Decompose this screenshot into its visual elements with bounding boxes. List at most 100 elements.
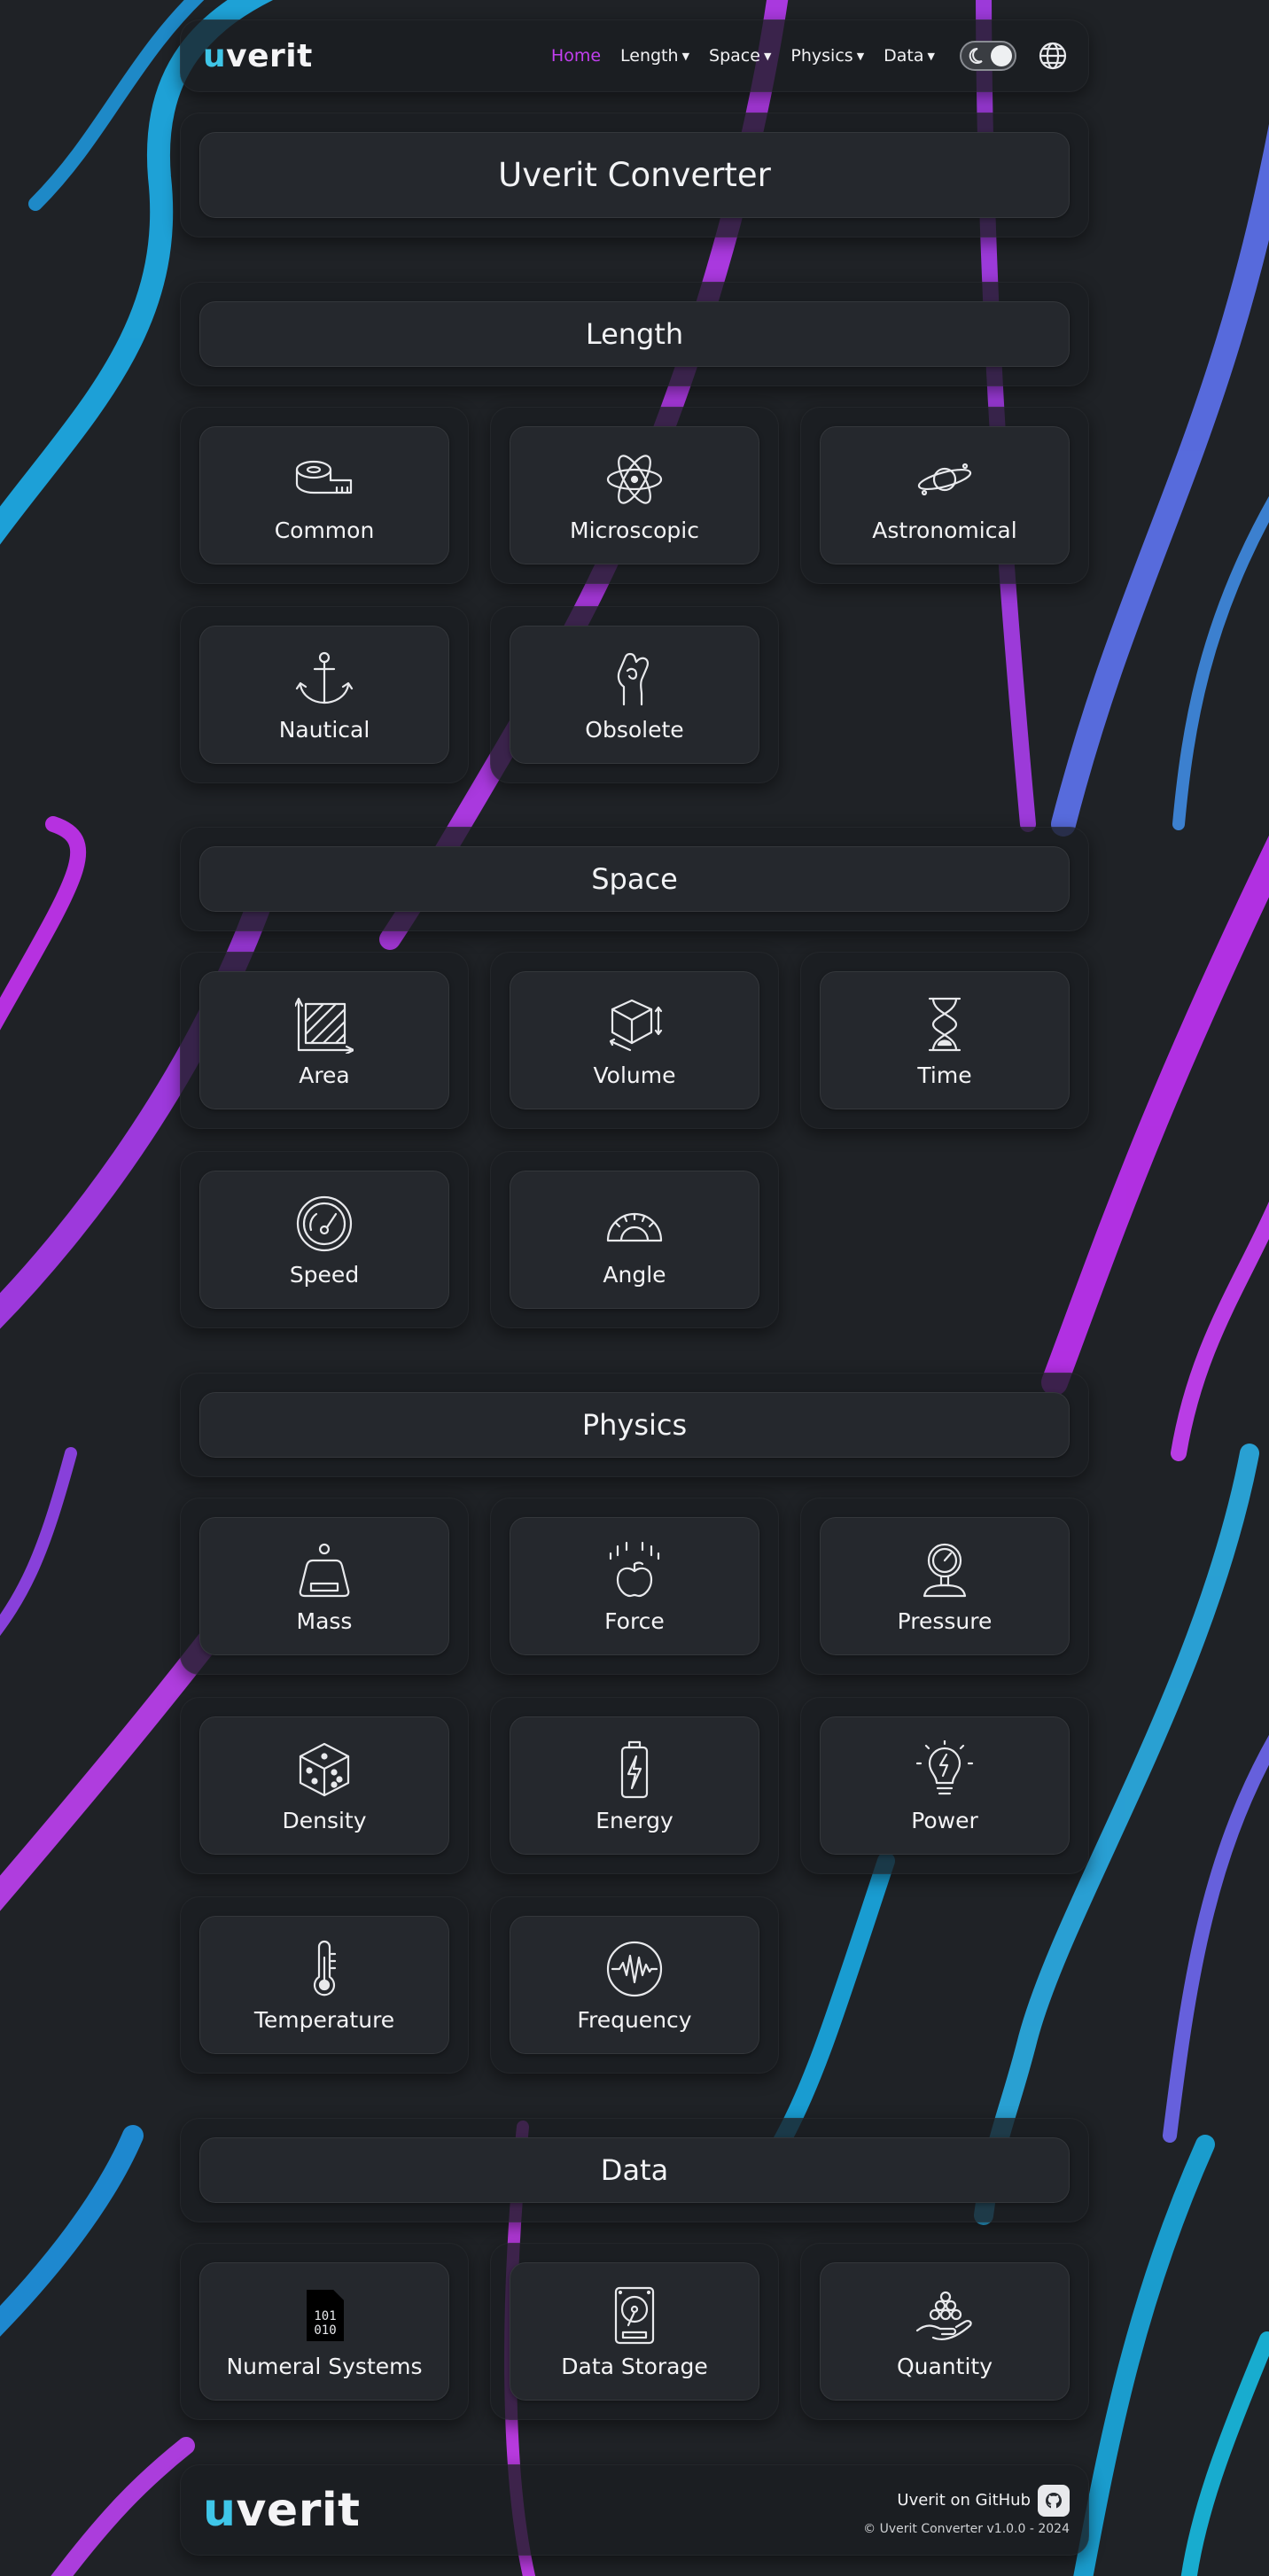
language-button[interactable] [1036, 39, 1070, 73]
card-label: Time [917, 1062, 972, 1088]
card-label: Angle [603, 1261, 666, 1288]
card-speed[interactable]: Speed [180, 1151, 469, 1328]
area-icon [295, 997, 354, 1054]
svg-text:101: 101 [314, 2309, 336, 2323]
nav-data[interactable]: Data ▼ [884, 46, 935, 66]
battery-icon [620, 1740, 649, 1798]
nav-physics[interactable]: Physics ▼ [790, 46, 864, 66]
apple-icon [609, 1541, 660, 1597]
card-label: Area [299, 1062, 350, 1088]
toggle-knob [991, 45, 1012, 66]
hand-balls-icon [915, 2291, 972, 2340]
section-title[interactable]: Physics [199, 1392, 1070, 1458]
footer-logo[interactable]: u verit [203, 2484, 361, 2537]
card-energy[interactable]: Energy [490, 1697, 779, 1874]
card-label: Microscopic [570, 517, 699, 543]
card-density[interactable]: Density [180, 1697, 469, 1874]
globe-icon [1039, 42, 1067, 70]
card-label: Power [911, 1807, 978, 1833]
thermometer-icon [313, 1940, 337, 1996]
card-angle[interactable]: Angle [490, 1151, 779, 1328]
nav-space-label: Space [709, 46, 760, 66]
card-label: Mass [296, 1607, 353, 1634]
cube-icon [609, 999, 663, 1051]
card-temperature[interactable]: Temperature [180, 1896, 469, 2074]
card-volume[interactable]: Volume [490, 952, 779, 1129]
card-microscopic[interactable]: Microscopic [490, 407, 779, 584]
theme-toggle[interactable] [960, 41, 1016, 71]
navbar: u verit Home Length ▼ Space ▼ Physics ▼ Data… [180, 19, 1089, 92]
nav-menu: Home Length ▼ Space ▼ Physics ▼ Data ▼ [551, 39, 1070, 73]
nav-length-label: Length [620, 46, 679, 66]
anchor-icon [295, 651, 354, 704]
section-title[interactable]: Data [199, 2137, 1070, 2203]
lightbulb-icon [915, 1739, 974, 1794]
card-nautical[interactable]: Nautical [180, 606, 469, 783]
nav-space[interactable]: Space ▼ [709, 46, 771, 66]
card-astronomical[interactable]: Astronomical [800, 407, 1089, 584]
github-link[interactable]: Uverit on GitHub [863, 2484, 1070, 2517]
card-label: Obsolete [585, 716, 684, 743]
card-label: Pressure [897, 1607, 993, 1634]
logo-text: verit [226, 37, 313, 74]
logo-text: verit [236, 2483, 361, 2537]
card-label: Density [282, 1807, 367, 1833]
card-label: Astronomical [872, 517, 1017, 543]
card-common[interactable]: Common [180, 407, 469, 584]
card-label: Temperature [253, 2006, 395, 2033]
weight-icon [299, 1543, 350, 1597]
tape-measure-icon [295, 460, 353, 494]
atom-icon [606, 454, 663, 504]
logo-u: u [203, 37, 227, 74]
dice-icon [299, 1742, 350, 1796]
moon-icon [969, 47, 983, 64]
logo-u: u [203, 2483, 237, 2537]
footer-info: Uverit on GitHub © Uverit Converter v1.0… [863, 2484, 1070, 2536]
caret-down-icon: ▼ [856, 50, 865, 62]
card-label: Data Storage [561, 2353, 708, 2379]
caret-down-icon: ▼ [763, 50, 772, 62]
nav-home[interactable]: Home [551, 46, 601, 66]
brand-logo[interactable]: u verit [203, 38, 313, 74]
card-label: Numeral Systems [226, 2353, 423, 2379]
card-label: Volume [593, 1062, 676, 1088]
card-time[interactable]: Time [800, 952, 1089, 1129]
section-title[interactable]: Length [199, 301, 1070, 367]
nav-data-label: Data [884, 46, 924, 66]
card-force[interactable]: Force [490, 1498, 779, 1675]
pressure-gauge-icon [923, 1543, 967, 1597]
section-header-physics: Physics [180, 1373, 1089, 1477]
page-title: Uverit Converter [199, 132, 1070, 218]
card-numeral-systems[interactable]: 101 010 Numeral Systems [180, 2243, 469, 2420]
card-label: Force [604, 1607, 665, 1634]
section-header-data: Data [180, 2118, 1089, 2222]
section-title[interactable]: Space [199, 846, 1070, 912]
card-quantity[interactable]: Quantity [800, 2243, 1089, 2420]
hard-drive-icon [614, 2286, 655, 2344]
section-header-space: Space [180, 827, 1089, 931]
github-icon [1038, 2484, 1070, 2517]
card-label: Frequency [577, 2006, 692, 2033]
caret-down-icon: ▼ [681, 50, 690, 62]
planet-icon [917, 463, 972, 495]
card-label: Quantity [896, 2353, 993, 2379]
waveform-icon [606, 1941, 663, 1996]
binary-file-icon: 101010 [307, 2289, 344, 2341]
card-area[interactable]: Area [180, 952, 469, 1129]
caret-down-icon: ▼ [927, 50, 935, 62]
title-panel: Uverit Converter [180, 113, 1089, 237]
card-mass[interactable]: Mass [180, 1498, 469, 1675]
length-grid: Common Microscopic Astronomical Nautical… [180, 407, 1089, 783]
nav-length[interactable]: Length ▼ [620, 46, 689, 66]
card-power[interactable]: Power [800, 1697, 1089, 1874]
card-label: Nautical [278, 716, 370, 743]
space-grid: Area Volume Time Speed Angle [180, 952, 1089, 1328]
physics-grid: Mass Force Pressure Density Energy Power… [180, 1498, 1089, 2074]
copyright: © Uverit Converter v1.0.0 - 2024 [863, 2521, 1070, 2536]
hand-icon [617, 652, 649, 705]
card-frequency[interactable]: Frequency [490, 1896, 779, 2074]
card-obsolete[interactable]: Obsolete [490, 606, 779, 783]
footer: u verit Uverit on GitHub © Uverit Convert… [180, 2464, 1089, 2556]
card-data-storage[interactable]: Data Storage [490, 2243, 779, 2420]
card-pressure[interactable]: Pressure [800, 1498, 1089, 1675]
